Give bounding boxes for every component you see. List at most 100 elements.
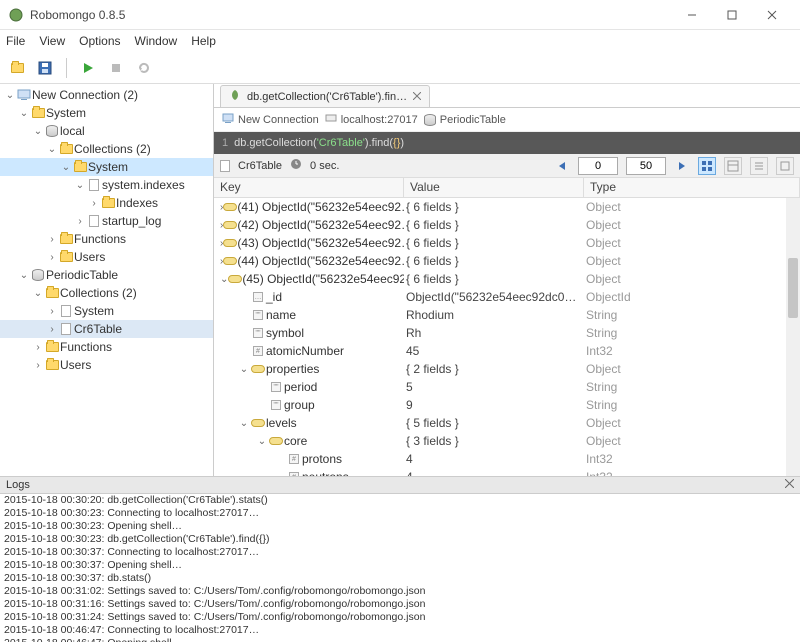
field-type: Int32 bbox=[584, 470, 800, 476]
expand-toggle-icon[interactable]: › bbox=[88, 198, 100, 209]
expand-toggle-icon[interactable]: › bbox=[46, 252, 58, 263]
view-text-button[interactable] bbox=[750, 157, 768, 175]
tab-active[interactable]: db.getCollection('Cr6Table').fin… bbox=[220, 85, 430, 107]
crumb-host[interactable]: localhost:27017 bbox=[325, 112, 418, 127]
expand-toggle-icon[interactable]: › bbox=[46, 306, 58, 317]
expand-toggle-icon[interactable]: ⌄ bbox=[220, 274, 228, 285]
logs-panel[interactable]: 2015-10-18 00:30:20: db.getCollection('C… bbox=[0, 494, 800, 642]
maximize-button[interactable] bbox=[712, 1, 752, 29]
menu-options[interactable]: Options bbox=[79, 34, 120, 48]
folder-icon bbox=[72, 162, 88, 172]
scrollbar-thumb[interactable] bbox=[788, 258, 798, 318]
refresh-icon[interactable] bbox=[133, 57, 155, 79]
tree-item[interactable]: ⌄ local bbox=[0, 122, 213, 140]
grid-row[interactable]: ›(44) ObjectId("56232e54eec92…{ 6 fields… bbox=[214, 252, 800, 270]
menu-window[interactable]: Window bbox=[135, 34, 178, 48]
tree-item[interactable]: ⌄system.indexes bbox=[0, 176, 213, 194]
tree-item-label: Functions bbox=[74, 232, 126, 246]
expand-toggle-icon[interactable]: ⌄ bbox=[32, 126, 44, 137]
tree-item[interactable]: ›Users bbox=[0, 248, 213, 266]
skip-input[interactable] bbox=[578, 157, 618, 175]
expand-toggle-icon[interactable]: › bbox=[32, 360, 44, 371]
crumb-database[interactable]: PeriodicTable bbox=[424, 114, 506, 126]
tree-item-label: local bbox=[60, 124, 85, 138]
tree-item[interactable]: ⌄System bbox=[0, 158, 213, 176]
expand-toggle-icon[interactable]: › bbox=[46, 324, 58, 335]
tree-item[interactable]: ⌄Collections (2) bbox=[0, 140, 213, 158]
expand-toggle-icon[interactable]: ⌄ bbox=[60, 162, 72, 173]
grid-row[interactable]: ⌄properties{ 2 fields }Object bbox=[214, 360, 800, 378]
grid-row[interactable]: ›(42) ObjectId("56232e54eec92…{ 6 fields… bbox=[214, 216, 800, 234]
view-tree-button[interactable] bbox=[698, 157, 716, 175]
expand-toggle-icon[interactable]: ⌄ bbox=[18, 270, 30, 281]
logs-title: Logs bbox=[6, 479, 30, 491]
grid-row[interactable]: ›(41) ObjectId("56232e54eec92…{ 6 fields… bbox=[214, 198, 800, 216]
close-icon[interactable] bbox=[413, 91, 421, 103]
tree-item[interactable]: ⌄System bbox=[0, 104, 213, 122]
view-table-button[interactable] bbox=[724, 157, 742, 175]
tree-item[interactable]: ›Users bbox=[0, 356, 213, 374]
col-type[interactable]: Type bbox=[584, 178, 800, 197]
field-key: protons bbox=[302, 452, 342, 466]
menu-help[interactable]: Help bbox=[191, 34, 216, 48]
expand-toggle-icon[interactable]: › bbox=[74, 216, 86, 227]
next-page-button[interactable] bbox=[674, 158, 690, 174]
tree-item[interactable]: ›Indexes bbox=[0, 194, 213, 212]
minimize-button[interactable] bbox=[672, 1, 712, 29]
grid-row[interactable]: #atomicNumber45Int32 bbox=[214, 342, 800, 360]
grid-row[interactable]: …_idObjectId("56232e54eec92dc095b8172…Ob… bbox=[214, 288, 800, 306]
log-line: 2015-10-18 00:31:24: Settings saved to: … bbox=[4, 611, 796, 624]
tree-item[interactable]: ⌄New Connection (2) bbox=[0, 86, 213, 104]
expand-toggle-icon[interactable]: ⌄ bbox=[238, 418, 250, 429]
expand-toggle-icon[interactable]: ⌄ bbox=[4, 90, 16, 101]
grid-row[interactable]: ""group9String bbox=[214, 396, 800, 414]
close-icon[interactable] bbox=[785, 479, 794, 491]
field-value: { 2 fields } bbox=[404, 362, 584, 376]
limit-input[interactable] bbox=[626, 157, 666, 175]
prev-page-button[interactable] bbox=[554, 158, 570, 174]
result-grid[interactable]: Key Value Type ›(41) ObjectId("56232e54e… bbox=[214, 178, 800, 476]
grid-row[interactable]: #protons4Int32 bbox=[214, 450, 800, 468]
grid-row[interactable]: ⌄(45) ObjectId("56232e54eec92…{ 6 fields… bbox=[214, 270, 800, 288]
grid-row[interactable]: ""period5String bbox=[214, 378, 800, 396]
field-type-icon: # bbox=[286, 454, 302, 464]
tree-item[interactable]: ›System bbox=[0, 302, 213, 320]
menu-file[interactable]: File bbox=[6, 34, 25, 48]
grid-row[interactable]: ⌄levels{ 5 fields }Object bbox=[214, 414, 800, 432]
tree-item[interactable]: ⌄PeriodicTable bbox=[0, 266, 213, 284]
expand-toggle-icon[interactable]: › bbox=[32, 342, 44, 353]
toolbar bbox=[0, 52, 800, 84]
grid-row[interactable]: ""nameRhodiumString bbox=[214, 306, 800, 324]
menu-view[interactable]: View bbox=[39, 34, 65, 48]
grid-row[interactable]: ""symbolRhString bbox=[214, 324, 800, 342]
grid-row[interactable]: ›(43) ObjectId("56232e54eec92…{ 6 fields… bbox=[214, 234, 800, 252]
view-expand-button[interactable] bbox=[776, 157, 794, 175]
connection-tree[interactable]: ⌄New Connection (2)⌄System⌄local⌄Collect… bbox=[0, 84, 214, 476]
tree-item[interactable]: ⌄Collections (2) bbox=[0, 284, 213, 302]
field-key: group bbox=[284, 398, 315, 412]
col-key[interactable]: Key bbox=[214, 178, 404, 197]
grid-row[interactable]: ⌄core{ 3 fields }Object bbox=[214, 432, 800, 450]
tree-item[interactable]: ›Cr6Table bbox=[0, 320, 213, 338]
tree-item[interactable]: ›startup_log bbox=[0, 212, 213, 230]
expand-toggle-icon[interactable]: ⌄ bbox=[238, 364, 250, 375]
query-editor[interactable]: 1 db.getCollection('Cr6Table').find({}) bbox=[214, 132, 800, 154]
expand-toggle-icon[interactable]: ⌄ bbox=[18, 108, 30, 119]
expand-toggle-icon[interactable]: ⌄ bbox=[74, 180, 86, 191]
crumb-connection[interactable]: New Connection bbox=[222, 112, 319, 127]
close-button[interactable] bbox=[752, 1, 792, 29]
expand-toggle-icon[interactable]: ⌄ bbox=[46, 144, 58, 155]
save-icon[interactable] bbox=[34, 57, 56, 79]
vertical-scrollbar[interactable] bbox=[786, 198, 800, 476]
stop-icon[interactable] bbox=[105, 57, 127, 79]
pc-icon bbox=[222, 112, 234, 127]
col-value[interactable]: Value bbox=[404, 178, 584, 197]
tree-item[interactable]: › Functions bbox=[0, 230, 213, 248]
open-folder-icon[interactable] bbox=[6, 57, 28, 79]
expand-toggle-icon[interactable]: ⌄ bbox=[256, 436, 268, 447]
expand-toggle-icon[interactable]: › bbox=[46, 234, 58, 245]
tree-item[interactable]: ›Functions bbox=[0, 338, 213, 356]
expand-toggle-icon[interactable]: ⌄ bbox=[32, 288, 44, 299]
grid-row[interactable]: #neutrons4Int32 bbox=[214, 468, 800, 476]
run-icon[interactable] bbox=[77, 57, 99, 79]
